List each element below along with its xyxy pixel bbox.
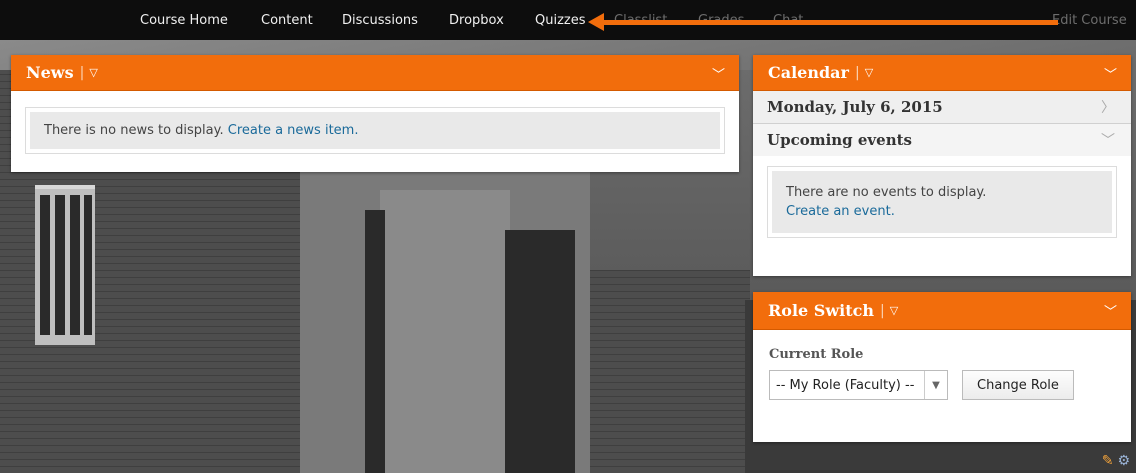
role-switch-title: Role Switch bbox=[768, 301, 874, 320]
calendar-body: There are no events to display. Create a… bbox=[753, 156, 1131, 248]
role-select[interactable]: -- My Role (Faculty) -- ▼ bbox=[769, 370, 948, 400]
brick-wall-right bbox=[590, 270, 750, 473]
events-box: There are no events to display. Create a… bbox=[767, 166, 1117, 238]
news-empty-text: There is no news to display. bbox=[44, 123, 224, 138]
calendar-title: Calendar bbox=[768, 63, 849, 82]
current-role-label: Current Role bbox=[769, 347, 864, 362]
title-separator: | bbox=[879, 302, 885, 319]
page-tools: ✎ ⚙ bbox=[1102, 453, 1130, 469]
chevron-down-icon[interactable]: ﹀ bbox=[1101, 130, 1115, 150]
nav-edit-course[interactable]: Edit Course bbox=[1052, 13, 1127, 28]
window-pane bbox=[40, 195, 50, 335]
window-pane bbox=[70, 195, 80, 335]
triangle-down-icon[interactable]: ▽ bbox=[865, 66, 873, 79]
chevron-down-icon[interactable]: ﹀ bbox=[1104, 64, 1117, 83]
change-role-button[interactable]: Change Role bbox=[962, 370, 1074, 400]
arrow-head-icon bbox=[588, 13, 604, 31]
dropdown-arrow-icon[interactable]: ▼ bbox=[924, 371, 947, 399]
role-switch-body: Current Role -- My Role (Faculty) -- ▼ C… bbox=[753, 330, 1131, 400]
window-pane bbox=[55, 195, 65, 335]
title-separator: | bbox=[79, 64, 85, 81]
events-empty-text: There are no events to display. bbox=[786, 185, 987, 200]
chevron-right-icon[interactable]: 〉 bbox=[1101, 97, 1115, 117]
window-pane bbox=[84, 195, 92, 335]
triangle-down-icon[interactable]: ▽ bbox=[890, 304, 898, 317]
chevron-down-icon[interactable]: ﹀ bbox=[712, 64, 725, 83]
window-slit bbox=[365, 210, 385, 473]
role-switch-header: Role Switch | ▽ ﹀ bbox=[753, 292, 1131, 330]
calendar-date: Monday, July 6, 2015 bbox=[767, 98, 943, 116]
concrete-column bbox=[380, 190, 510, 473]
news-box: There is no news to display. Create a ne… bbox=[25, 107, 725, 154]
create-news-link[interactable]: Create a news item. bbox=[228, 123, 359, 138]
calendar-header: Calendar | ▽ ﹀ bbox=[753, 55, 1131, 91]
nav-content[interactable]: Content bbox=[261, 13, 313, 28]
chevron-down-icon[interactable]: ﹀ bbox=[1104, 301, 1117, 320]
settings-icon[interactable]: ⚙ bbox=[1117, 453, 1130, 469]
news-title: News bbox=[26, 63, 74, 82]
role-switch-widget: Role Switch | ▽ ﹀ Current Role -- My Rol… bbox=[753, 292, 1131, 442]
arrow-shaft bbox=[600, 20, 1058, 25]
course-navbar: Course Home Content Discussions Dropbox … bbox=[0, 0, 1136, 40]
nav-quizzes[interactable]: Quizzes bbox=[535, 13, 586, 28]
news-body: There is no news to display. Create a ne… bbox=[11, 91, 739, 170]
window-mullion bbox=[35, 185, 95, 189]
nav-discussions[interactable]: Discussions bbox=[342, 13, 418, 28]
calendar-date-row[interactable]: Monday, July 6, 2015 〉 bbox=[753, 91, 1131, 124]
news-widget: News | ▽ ﹀ There is no news to display. … bbox=[11, 55, 739, 172]
create-event-link[interactable]: Create an event. bbox=[786, 202, 1098, 221]
role-select-value: -- My Role (Faculty) -- bbox=[776, 377, 915, 393]
news-empty-message: There is no news to display. Create a ne… bbox=[30, 112, 720, 149]
pencil-icon[interactable]: ✎ bbox=[1102, 453, 1114, 469]
events-empty-message: There are no events to display. Create a… bbox=[772, 171, 1112, 233]
triangle-down-icon[interactable]: ▽ bbox=[89, 66, 97, 79]
doorway bbox=[505, 230, 575, 473]
nav-course-home[interactable]: Course Home bbox=[140, 13, 228, 28]
upcoming-events-label: Upcoming events bbox=[767, 131, 912, 149]
upcoming-events-row[interactable]: Upcoming events ﹀ bbox=[753, 124, 1131, 156]
role-controls: -- My Role (Faculty) -- ▼ Change Role bbox=[769, 370, 1115, 400]
calendar-widget: Calendar | ▽ ﹀ Monday, July 6, 2015 〉 Up… bbox=[753, 55, 1131, 276]
title-separator: | bbox=[854, 64, 860, 81]
nav-dropbox[interactable]: Dropbox bbox=[449, 13, 504, 28]
news-header: News | ▽ ﹀ bbox=[11, 55, 739, 91]
